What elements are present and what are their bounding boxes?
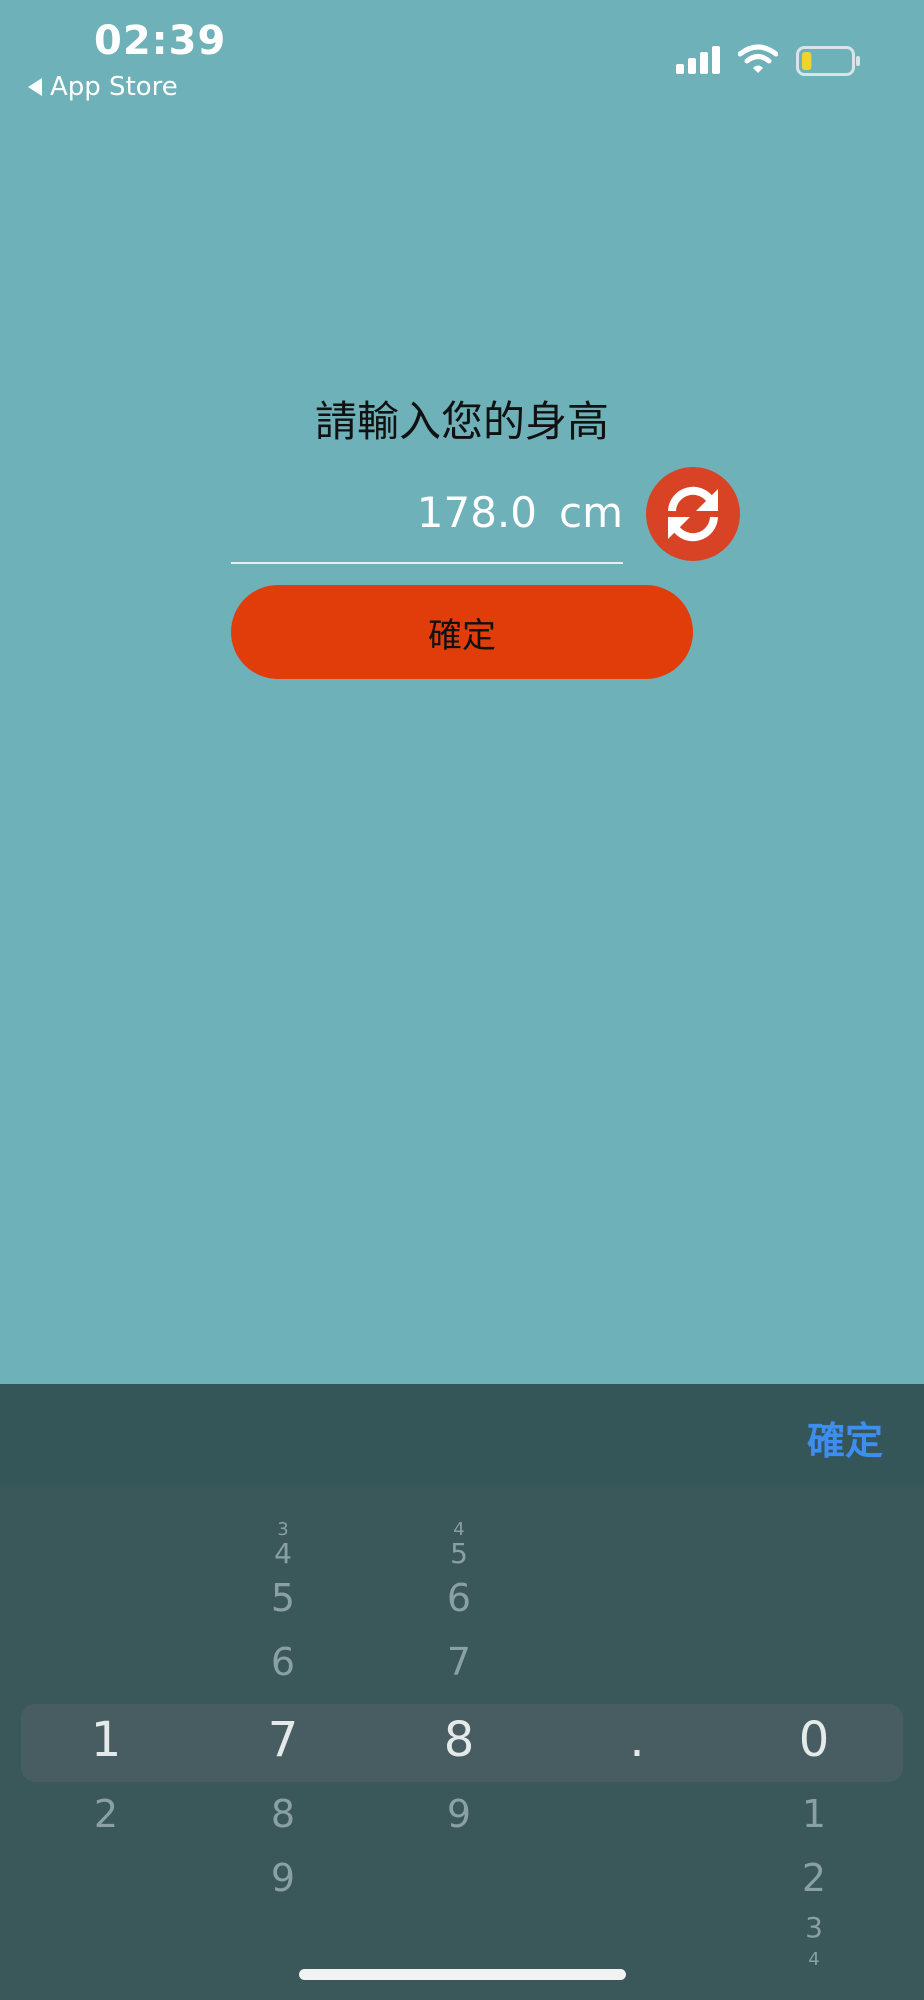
picker-toolbar: 確定 <box>0 1384 924 1486</box>
confirm-button[interactable]: 確定 <box>231 585 693 679</box>
cellular-signal-icon <box>676 46 720 74</box>
picker-item[interactable]: 8 <box>223 1792 343 1836</box>
picker-column-hundreds[interactable]: 1 2 <box>46 1486 166 2000</box>
refresh-icon <box>668 486 718 542</box>
picker-item[interactable]: 6 <box>399 1576 519 1620</box>
picker-item[interactable]: 5 <box>399 1532 519 1576</box>
picker-item[interactable]: 5 <box>223 1576 343 1620</box>
picker-item[interactable]: 4 <box>754 1938 874 1982</box>
picker-item[interactable]: 8 <box>399 1716 519 1764</box>
height-prompt: 請輸入您的身高 <box>314 397 609 446</box>
height-picker[interactable]: 1 2 3 4 5 6 7 8 9 4 5 6 7 8 9 . 0 1 2 3 … <box>0 1486 924 2000</box>
height-input-field[interactable]: 178.0 cm <box>231 476 623 564</box>
picker-item[interactable]: 6 <box>223 1640 343 1684</box>
home-indicator[interactable] <box>299 1969 626 1980</box>
back-link-label: App Store <box>50 72 178 102</box>
picker-column-tenths[interactable]: 0 1 2 3 4 <box>754 1486 874 2000</box>
unit-toggle-button[interactable] <box>646 467 740 561</box>
wifi-icon <box>738 44 778 73</box>
back-to-app-store-link[interactable]: App Store <box>28 72 178 102</box>
picker-item[interactable]: 9 <box>399 1792 519 1836</box>
picker-item[interactable]: 1 <box>754 1792 874 1836</box>
picker-item[interactable]: 4 <box>223 1532 343 1576</box>
status-time: 02:39 <box>94 18 227 64</box>
picker-item[interactable]: 2 <box>46 1792 166 1836</box>
picker-item[interactable]: 9 <box>223 1856 343 1900</box>
status-bar: 02:39 App Store <box>0 0 924 110</box>
picker-item[interactable]: 7 <box>399 1640 519 1684</box>
picker-item[interactable]: 0 <box>754 1716 874 1764</box>
height-value[interactable]: 178.0 <box>417 488 537 537</box>
picker-column-units[interactable]: 4 5 6 7 8 9 <box>399 1486 519 2000</box>
picker-item[interactable]: 2 <box>754 1856 874 1900</box>
picker-item[interactable]: 7 <box>223 1716 343 1764</box>
picker-item[interactable]: 1 <box>46 1716 166 1764</box>
back-arrow-icon <box>28 78 42 96</box>
picker-column-tens[interactable]: 3 4 5 6 7 8 9 <box>223 1486 343 2000</box>
picker-column-decimal-point: . <box>577 1486 697 2000</box>
height-unit: cm <box>558 488 623 537</box>
picker-done-button[interactable]: 確定 <box>807 1410 883 1465</box>
battery-icon <box>796 46 860 76</box>
picker-item: . <box>629 1712 645 1768</box>
